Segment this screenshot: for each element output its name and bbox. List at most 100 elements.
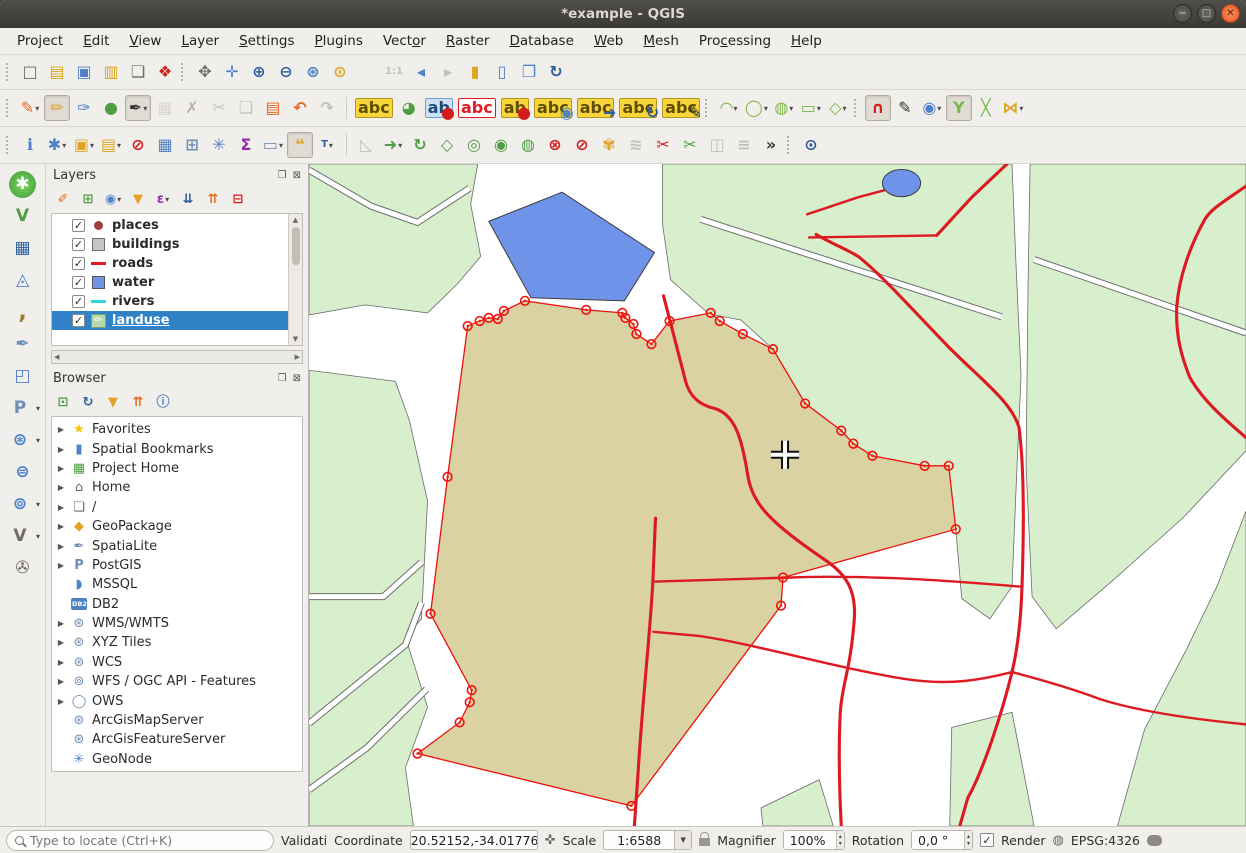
- measure-button[interactable]: ▭▾: [260, 132, 286, 158]
- remove-layer-button[interactable]: ⊟: [227, 188, 249, 210]
- menu-project[interactable]: Project: [8, 30, 72, 52]
- manage-map-themes-button[interactable]: ◉▾: [102, 188, 124, 210]
- layer-labeling-button[interactable]: abc: [353, 95, 395, 121]
- layers-panel-close-icon[interactable]: ⊠: [293, 170, 301, 181]
- refresh-map-button[interactable]: ↻: [543, 59, 569, 85]
- data-source-manager-button[interactable]: ✱: [7, 170, 38, 199]
- browser-item-root[interactable]: ▶❏/: [52, 498, 302, 517]
- collapse-all-button[interactable]: ⇈: [202, 188, 224, 210]
- locate-input[interactable]: [30, 833, 265, 848]
- menu-database[interactable]: Database: [500, 30, 582, 52]
- split-features-button[interactable]: ✂: [650, 132, 676, 158]
- layer-row-buildings[interactable]: ✓buildings: [52, 235, 288, 254]
- add-regular-polygon-button[interactable]: ◇▾: [825, 95, 851, 121]
- rotation-spin[interactable]: ▴▾: [911, 830, 973, 850]
- browser-item-arcgis-feature-server[interactable]: ⊛ArcGisFeatureServer: [52, 730, 302, 749]
- save-project-button[interactable]: ▣: [71, 59, 97, 85]
- pan-map-button[interactable]: ✥: [192, 59, 218, 85]
- add-wfs-layer-button[interactable]: ⊚: [5, 490, 35, 519]
- filter-by-expression-button[interactable]: ε▾: [152, 188, 174, 210]
- processing-toolbox-button[interactable]: ✳: [206, 132, 232, 158]
- crs-globe-icon[interactable]: ◍: [1053, 833, 1064, 848]
- add-postgis-layer-button[interactable]: P: [5, 394, 35, 423]
- identify-features-button[interactable]: ℹ: [17, 132, 43, 158]
- browser-refresh-button[interactable]: ↻: [77, 391, 99, 413]
- scroll-down-icon[interactable]: ▼: [291, 333, 300, 345]
- expander-icon[interactable]: ▶: [56, 522, 66, 531]
- expander-icon[interactable]: ▶: [56, 697, 66, 706]
- pan-to-selection-button[interactable]: ✛: [219, 59, 245, 85]
- rotation-spin-buttons[interactable]: ▴▾: [964, 831, 972, 849]
- expander-icon[interactable]: ▶: [56, 638, 66, 647]
- magnifier-spin-buttons[interactable]: ▴▾: [836, 831, 844, 849]
- browser-item-wfs[interactable]: ▶⊚WFS / OGC API - Features: [52, 672, 302, 691]
- paste-features-button[interactable]: ▤: [260, 95, 286, 121]
- add-spatialite-layer-button[interactable]: ✒: [8, 330, 38, 359]
- browser-item-mssql[interactable]: ◗MSSQL: [52, 575, 302, 594]
- expander-icon[interactable]: ▶: [56, 425, 66, 434]
- move-label-button[interactable]: abc➜: [575, 95, 617, 121]
- open-project-button[interactable]: ▤: [44, 59, 70, 85]
- titlebar[interactable]: *example - QGIS − □ ✕: [0, 0, 1246, 28]
- layer-checkbox[interactable]: ✓: [72, 295, 85, 308]
- menu-help[interactable]: Help: [782, 30, 831, 52]
- browser-item-ows[interactable]: ▶◯OWS: [52, 691, 302, 710]
- map-tips-button[interactable]: ❝: [287, 132, 313, 158]
- browser-item-db2[interactable]: DB2DB2: [52, 595, 302, 614]
- browser-item-wcs[interactable]: ▶⊛WCS: [52, 653, 302, 672]
- new-print-layout-button[interactable]: ▥: [98, 59, 124, 85]
- menu-plugins[interactable]: Plugins: [305, 30, 371, 52]
- browser-item-xyz-tiles[interactable]: ▶⊛XYZ Tiles: [52, 633, 302, 652]
- messages-icon[interactable]: [1147, 835, 1162, 846]
- vertex-editor-button[interactable]: ✎: [892, 95, 918, 121]
- zoom-out-button[interactable]: ⊖: [273, 59, 299, 85]
- browser-item-wms[interactable]: ▶⊛WMS/WMTS: [52, 614, 302, 633]
- maximize-button[interactable]: □: [1197, 4, 1216, 23]
- delete-part-button[interactable]: ⊘: [569, 132, 595, 158]
- rotate-label-button[interactable]: abc↻: [617, 95, 659, 121]
- scale-input[interactable]: [603, 830, 675, 850]
- zoom-in-button[interactable]: ⊕: [246, 59, 272, 85]
- new-virtual-layer-button[interactable]: V: [5, 522, 35, 551]
- layer-diagram-button[interactable]: ◕: [396, 95, 422, 121]
- merge-features-button[interactable]: ◫: [704, 132, 730, 158]
- coordinate-input[interactable]: [410, 830, 538, 850]
- copy-features-button[interactable]: ❏: [233, 95, 259, 121]
- magnifier-spin[interactable]: ▴▾: [783, 830, 845, 850]
- rotation-input[interactable]: [912, 833, 964, 848]
- layer-checkbox[interactable]: ✓: [72, 314, 85, 327]
- add-wcs-layer-button[interactable]: ⊜: [8, 458, 38, 487]
- modify-attributes-button[interactable]: ▦: [152, 95, 178, 121]
- layers-vertical-scrollbar[interactable]: ▲ ▼: [288, 214, 302, 345]
- filter-legend-button[interactable]: ▼: [127, 188, 149, 210]
- magnifier-input[interactable]: [784, 833, 836, 848]
- undo-button[interactable]: ↶: [287, 95, 313, 121]
- layer-checkbox[interactable]: ✓: [72, 219, 85, 232]
- scroll-right-icon[interactable]: ▶: [293, 351, 302, 363]
- new-spatial-bookmark-button[interactable]: ▮: [462, 59, 488, 85]
- scroll-thumb[interactable]: [292, 227, 300, 265]
- topological-editing-button[interactable]: Y: [946, 95, 972, 121]
- expander-icon[interactable]: ▶: [56, 619, 66, 628]
- locate-search[interactable]: [6, 830, 274, 851]
- browser-item-project-home[interactable]: ▶▦Project Home: [52, 459, 302, 478]
- zoom-native-button[interactable]: 1:1: [381, 59, 407, 85]
- extent-toggle-icon[interactable]: ✜: [545, 833, 556, 848]
- zoom-to-selection-button[interactable]: ⊙: [327, 59, 353, 85]
- vertex-tool-button[interactable]: ✒▾: [125, 95, 151, 121]
- browser-item-geopackage[interactable]: ▶◆GeoPackage: [52, 517, 302, 536]
- toolbar-overflow-button[interactable]: »: [758, 132, 784, 158]
- layer-checkbox[interactable]: ✓: [72, 276, 85, 289]
- scale-combo[interactable]: ▼: [603, 830, 692, 850]
- split-parts-button[interactable]: ✂: [677, 132, 703, 158]
- zoom-next-button[interactable]: ▸: [435, 59, 461, 85]
- menu-web[interactable]: Web: [585, 30, 632, 52]
- browser-item-home[interactable]: ▶⌂Home: [52, 478, 302, 497]
- add-selected-layers-button[interactable]: ⊡: [52, 391, 74, 413]
- select-features-button[interactable]: ▣▾: [71, 132, 97, 158]
- open-attribute-table-button[interactable]: ▦: [152, 132, 178, 158]
- fill-ring-button[interactable]: ◍: [515, 132, 541, 158]
- move-feature-button[interactable]: ➜▾: [380, 132, 406, 158]
- browser-item-postgis[interactable]: ▶PPostGIS: [52, 556, 302, 575]
- scroll-up-icon[interactable]: ▲: [291, 214, 300, 226]
